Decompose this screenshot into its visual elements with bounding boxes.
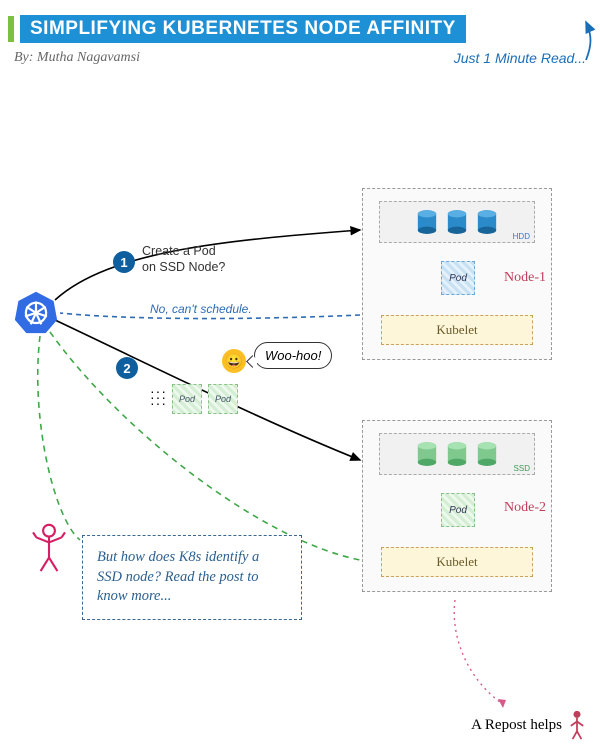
page-title: SIMPLIFYING KUBERNETES NODE AFFINITY (20, 15, 466, 43)
ssd-disk-icon (416, 441, 438, 469)
subheader: By: Mutha Nagavamsi Just 1 Minute Read..… (14, 50, 586, 66)
moving-pods: Pod Pod (172, 384, 238, 414)
person-shrug-icon (28, 520, 70, 575)
byline: By: Mutha Nagavamsi (14, 50, 140, 66)
read-time: Just 1 Minute Read... (454, 50, 586, 66)
step-1-label: Create a Pod on SSD Node? (142, 244, 227, 275)
node-1-pod: Pod (441, 261, 475, 295)
repost-label: A Repost helps (471, 717, 562, 734)
hdd-disk-icon (416, 209, 438, 237)
node-1-disk-shelf: HDD (379, 201, 535, 243)
motion-lines-icon: ········· (150, 388, 167, 406)
kubernetes-icon (14, 290, 58, 334)
mini-pod: Pod (172, 384, 202, 414)
step-2-badge: 2 (116, 357, 138, 379)
title-bar: SIMPLIFYING KUBERNETES NODE AFFINITY (8, 15, 588, 43)
step-1-badge: 1 (113, 251, 135, 273)
callout-box: But how does K8s identify a SSD node? Re… (82, 535, 302, 620)
step-1-reply: No, can't schedule. (150, 302, 252, 317)
node-2-name: Node-2 (504, 500, 546, 516)
node-2-pod: Pod (441, 493, 475, 527)
node-1-name: Node-1 (504, 270, 546, 286)
node-2-kubelet: Kubelet (381, 547, 533, 577)
title-accent (8, 16, 14, 42)
ssd-disk-icon (446, 441, 468, 469)
node-1-disk-tag: HDD (513, 232, 530, 241)
node-2-disk-shelf: SSD (379, 433, 535, 475)
speech-bubble: Woo-hoo! (254, 342, 332, 369)
hdd-disk-icon (476, 209, 498, 237)
hdd-disk-icon (446, 209, 468, 237)
mini-pod: Pod (208, 384, 238, 414)
ssd-disk-icon (476, 441, 498, 469)
person-icon (568, 710, 586, 740)
smile-icon: 😀 (222, 349, 246, 373)
connector-lines (0, 0, 600, 750)
node-2-disk-tag: SSD (514, 464, 530, 473)
repost-cta: A Repost helps (471, 710, 586, 740)
node-1-kubelet: Kubelet (381, 315, 533, 345)
